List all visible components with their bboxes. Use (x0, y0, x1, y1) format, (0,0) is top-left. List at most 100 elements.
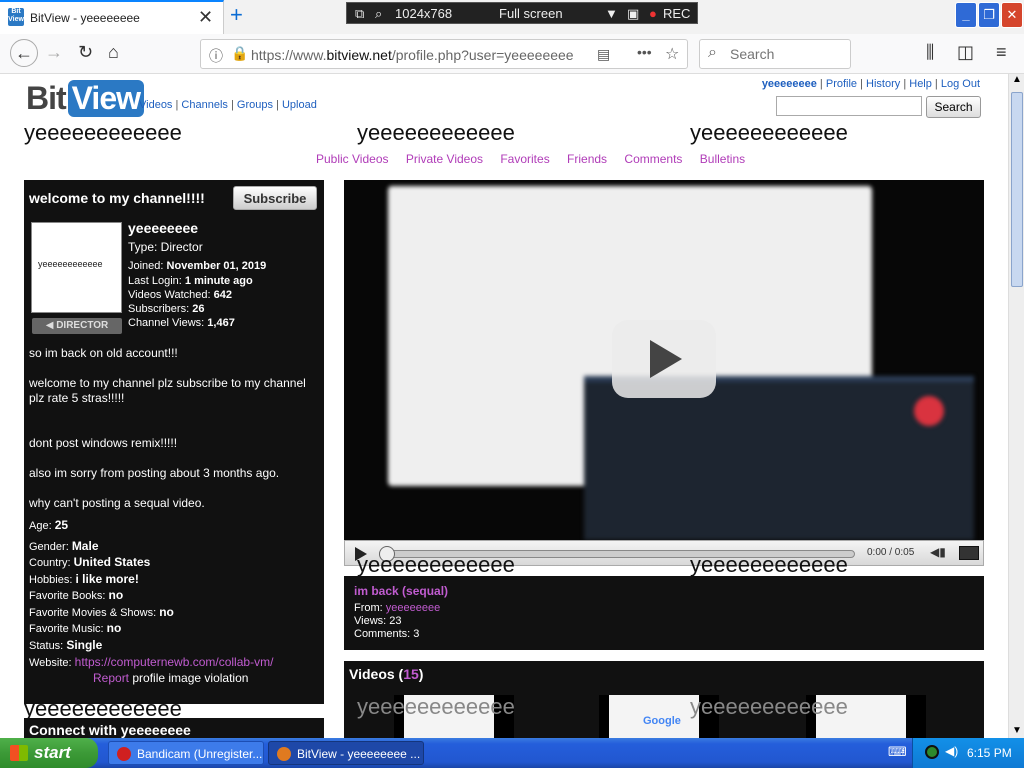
tab-comments[interactable]: Comments (624, 152, 682, 166)
description-line: so im back on old account!!! (29, 346, 178, 360)
video-from: From: yeeeeeeee (354, 602, 441, 614)
capture-mode[interactable]: Full screen (499, 6, 563, 21)
back-arrow-icon[interactable]: ← (10, 39, 38, 67)
tab-title: BitView - yeeeeeeee (30, 11, 140, 25)
video-title[interactable]: im back (sequal) (354, 584, 974, 598)
subscribe-button[interactable]: Subscribe (233, 186, 317, 210)
site-search-button[interactable]: Search (926, 96, 981, 118)
avatar[interactable]: yeeeeeeeeeeee (31, 222, 122, 313)
browser-search-box[interactable]: ⌕ (699, 39, 851, 69)
video-comments: Comments: 3 (354, 628, 420, 640)
taskbar-item-bitview[interactable]: BitView - yeeeeeeee ... (268, 741, 424, 765)
video-frame-record-dot (914, 396, 944, 426)
home-icon[interactable]: ⌂ (108, 42, 119, 63)
scrollbar-thumb[interactable] (1011, 92, 1023, 287)
thumbnail-image: Google (609, 695, 699, 738)
field-country: Country: United States (29, 555, 151, 569)
help-link[interactable]: Help (909, 78, 932, 90)
tab-bulletins[interactable]: Bulletins (700, 152, 745, 166)
channel-welcome: welcome to my channel!!!! (29, 190, 205, 206)
scroll-down-icon[interactable]: ▼ (1012, 725, 1022, 736)
minimize-icon[interactable]: _ (955, 2, 977, 28)
tray-app-icon[interactable] (925, 745, 939, 759)
tab-favorites[interactable]: Favorites (500, 152, 549, 166)
nav-videos[interactable]: Videos (139, 99, 172, 111)
windows-taskbar: start Bandicam (Unregister... BitView - … (0, 738, 1024, 768)
url-bar[interactable]: ⓘ 🔒 https://www.bitview.net/profile.php?… (200, 39, 688, 69)
history-link[interactable]: History (866, 78, 900, 90)
video-player[interactable] (344, 180, 984, 540)
nav-groups[interactable]: Groups (237, 99, 273, 111)
zoom-icon[interactable]: ⌕ (375, 6, 382, 22)
tab-private-videos[interactable]: Private Videos (406, 152, 483, 166)
camera-icon[interactable]: ▣ (627, 6, 639, 22)
background-text: yeeeeeeeeeeee (357, 552, 515, 577)
browser-search-input[interactable] (730, 46, 840, 62)
window-mode-icon[interactable]: ⧉ (355, 6, 364, 22)
forward-arrow-icon[interactable]: → (45, 42, 63, 63)
reader-view-icon[interactable]: ▤ (597, 46, 610, 63)
scroll-up-icon[interactable]: ▲ (1012, 74, 1022, 85)
profile-link[interactable]: Profile (826, 78, 857, 90)
keyboard-icon[interactable]: ⌨ (888, 744, 907, 760)
video-author-link[interactable]: yeeeeeeee (386, 602, 440, 614)
start-button[interactable]: start (0, 738, 98, 768)
fullscreen-icon[interactable] (959, 546, 979, 560)
user-link[interactable]: yeeeeeeee (762, 78, 817, 90)
field-movies: Favorite Movies & Shows: no (29, 605, 174, 619)
channel-views-stat: Channel Views: 1,467 (128, 317, 235, 329)
taskbar-item-bandicam[interactable]: Bandicam (Unregister... (108, 741, 264, 765)
report-line: Report profile image violation (93, 671, 249, 685)
channel-name: yeeeeeeee (128, 220, 199, 236)
field-gender: Gender: Male (29, 539, 99, 553)
last-login-stat: Last Login: 1 minute ago (128, 275, 253, 287)
field-website: Website: https://computernewb.com/collab… (29, 655, 274, 669)
menu-icon[interactable]: ≡ (996, 42, 1007, 63)
tab-friends[interactable]: Friends (567, 152, 607, 166)
chevron-down-icon[interactable]: ▼ (605, 6, 618, 21)
rec-button[interactable]: REC (663, 6, 690, 21)
field-music: Favorite Music: no (29, 621, 122, 635)
page-content: Bit View Videos | Channels | Groups | Upl… (0, 74, 1008, 738)
background-text: yeeeeeeeeeeee (690, 120, 848, 145)
description-line: why can't posting a sequal video. (29, 496, 205, 510)
library-icon[interactable]: ⫼ (926, 42, 934, 63)
info-icon[interactable]: ⓘ (209, 46, 223, 66)
volume-icon[interactable]: ◀▮ (930, 545, 946, 559)
volume-tray-icon[interactable]: ◀) (945, 744, 958, 758)
browser-tab[interactable]: Bit View BitView - yeeeeeeee ✕ (0, 0, 224, 34)
url-text: https://www.bitview.net/profile.php?user… (251, 47, 574, 63)
bitview-logo[interactable]: Bit View (26, 80, 144, 117)
page-scrollbar[interactable]: ▲ ▼ (1008, 74, 1024, 738)
lock-icon: 🔒 (231, 45, 249, 61)
bandicam-toolbar: ⧉ ⌕ 1024x768 Full screen ▼ ▣ ● REC (346, 2, 698, 24)
browser-titlebar: Bit View BitView - yeeeeeeee ✕ + ⧉ ⌕ 1024… (0, 0, 1024, 34)
site-search-input[interactable] (776, 96, 922, 116)
close-window-icon[interactable]: ✕ (1001, 2, 1023, 28)
field-books: Favorite Books: no (29, 588, 124, 602)
rec-dot-icon: ● (649, 6, 657, 21)
nav-channels[interactable]: Channels (181, 99, 227, 111)
windows-logo-icon (10, 745, 28, 761)
page-actions-icon[interactable]: ••• (637, 44, 652, 60)
background-text: yeeeeeeeeeeee (24, 120, 182, 145)
new-tab-icon[interactable]: + (230, 2, 243, 28)
reload-icon[interactable]: ↻ (78, 42, 93, 63)
report-link[interactable]: Report (93, 671, 129, 685)
sidebar-icon[interactable]: ◫ (957, 42, 974, 63)
bookmark-star-icon[interactable]: ☆ (665, 44, 679, 64)
top-nav: Videos | Channels | Groups | Upload (139, 99, 317, 111)
clock: 6:15 PM (967, 746, 1012, 760)
thumbnail-google-text: Google (643, 715, 681, 727)
close-tab-icon[interactable]: ✕ (198, 7, 213, 28)
big-play-button[interactable] (612, 320, 716, 398)
bandicam-icon (117, 747, 131, 761)
website-link[interactable]: https://computernewb.com/collab-vm/ (75, 655, 274, 669)
logout-link[interactable]: Log Out (941, 78, 980, 90)
tab-public-videos[interactable]: Public Videos (316, 152, 389, 166)
video-frame-app (584, 376, 974, 540)
maximize-icon[interactable]: ❐ (978, 2, 1000, 28)
channel-info-panel: welcome to my channel!!!! Subscribe yeee… (24, 180, 324, 704)
video-views: Views: 23 (354, 615, 402, 627)
nav-upload[interactable]: Upload (282, 99, 317, 111)
